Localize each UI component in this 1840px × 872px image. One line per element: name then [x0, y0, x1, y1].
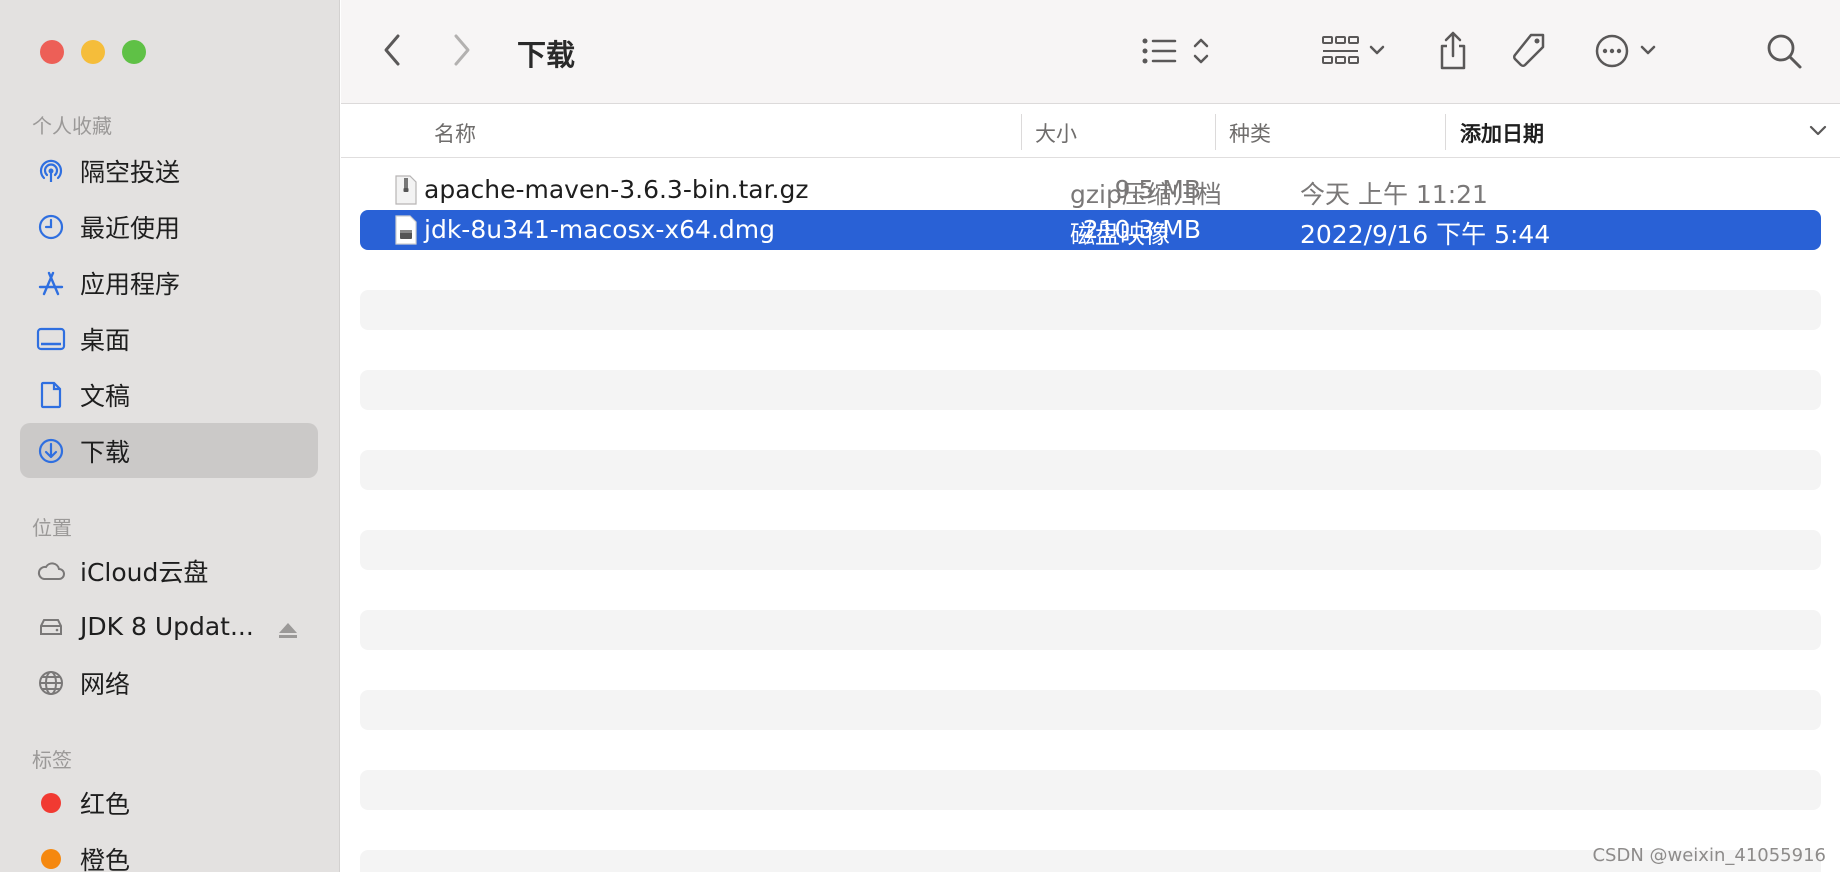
- column-header-size[interactable]: 大小: [1035, 118, 1077, 148]
- empty-row-stripe: [360, 610, 1821, 650]
- file-kind: 磁盘映像: [1070, 220, 1171, 249]
- clock-icon: [36, 212, 66, 242]
- tags-section-title: 标签: [32, 748, 72, 772]
- column-header-name[interactable]: 名称: [434, 118, 476, 148]
- empty-row-stripe: [360, 530, 1821, 570]
- tag-button[interactable]: [1507, 30, 1551, 72]
- file-list: apache-maven-3.6.3-bin.tar.gz 9.5 MB gzi…: [341, 158, 1840, 872]
- sidebar-item-documents[interactable]: 文稿: [20, 367, 318, 422]
- sidebar-item-airdrop[interactable]: 隔空投送: [20, 143, 318, 198]
- forward-button[interactable]: [447, 30, 477, 70]
- share-icon: [1440, 31, 1466, 70]
- column-divider[interactable]: [1021, 114, 1022, 150]
- watermark: CSDN @weixin_41055916: [1592, 845, 1826, 866]
- sidebar-item-label: 红色: [80, 789, 131, 819]
- tag-dot-red: [41, 792, 61, 813]
- column-header-kind[interactable]: 种类: [1229, 118, 1271, 148]
- group-button[interactable]: [1319, 30, 1395, 72]
- file-row[interactable]: apache-maven-3.6.3-bin.tar.gz 9.5 MB gzi…: [360, 170, 1821, 210]
- sort-chevron-down-icon[interactable]: [1809, 122, 1827, 141]
- file-name: apache-maven-3.6.3-bin.tar.gz: [424, 175, 809, 204]
- sidebar-item-recents[interactable]: 最近使用: [20, 199, 318, 254]
- sidebar-item-downloads[interactable]: 下载: [20, 423, 318, 478]
- desktop-icon: [36, 324, 66, 354]
- empty-row-stripe: [360, 370, 1821, 410]
- tag-icon: [1513, 33, 1545, 67]
- group-grid-icon: [1322, 36, 1385, 64]
- favorites-section-title: 个人收藏: [32, 114, 112, 138]
- ellipsis-circle-icon: [1595, 34, 1656, 68]
- sidebar-item-tag-red[interactable]: 红色: [20, 775, 318, 830]
- empty-row-stripe: [360, 770, 1821, 810]
- sidebar-item-jdk-volume[interactable]: JDK 8 Updat...: [20, 599, 318, 654]
- sidebar-item-label: 网络: [80, 669, 131, 699]
- window-controls: [40, 40, 146, 64]
- column-divider[interactable]: [1215, 114, 1216, 150]
- zoom-button[interactable]: [122, 40, 146, 64]
- sidebar-item-label: 橙色: [80, 845, 131, 872]
- chevron-right-icon: [454, 34, 470, 66]
- download-icon: [36, 436, 66, 466]
- sidebar-item-label: 桌面: [80, 325, 131, 355]
- sidebar-item-applications[interactable]: 应用程序: [20, 255, 318, 310]
- file-date-added: 今天 上午 11:21: [1300, 180, 1488, 209]
- column-divider[interactable]: [1445, 114, 1446, 150]
- sidebar-item-network[interactable]: 网络: [20, 655, 318, 710]
- sidebar-item-icloud[interactable]: iCloud云盘: [20, 543, 318, 598]
- network-icon: [36, 668, 66, 698]
- window-title: 下载: [517, 38, 576, 72]
- tag-dot-orange: [41, 848, 61, 869]
- disk-icon: [36, 612, 66, 642]
- sidebar-item-label: 最近使用: [80, 213, 181, 243]
- search-icon: [1767, 34, 1802, 69]
- column-header-date-added[interactable]: 添加日期: [1460, 118, 1544, 148]
- eject-icon[interactable]: [278, 617, 298, 638]
- file-row[interactable]: jdk-8u341-macosx-x64.dmg 210.3 MB 磁盘映像 2…: [360, 210, 1821, 250]
- sidebar-item-label: 应用程序: [80, 269, 181, 299]
- cloud-icon: [36, 556, 66, 586]
- empty-row-stripe: [360, 690, 1821, 730]
- sidebar-item-label: 文稿: [80, 381, 131, 411]
- sidebar-item-label: JDK 8 Updat...: [80, 612, 254, 641]
- disk-image-icon: [394, 215, 418, 245]
- close-button[interactable]: [40, 40, 64, 64]
- more-actions-button[interactable]: [1593, 30, 1667, 72]
- document-icon: [36, 380, 66, 410]
- applications-icon: [36, 268, 66, 298]
- minimize-button[interactable]: [81, 40, 105, 64]
- finder-window: 个人收藏 隔空投送 最近使用 应用程序 桌面 文稿 下载 位置 iCloud云盘…: [0, 0, 1840, 872]
- share-button[interactable]: [1433, 28, 1473, 74]
- back-button[interactable]: [377, 30, 407, 70]
- search-button[interactable]: [1763, 30, 1805, 72]
- empty-row-stripe: [360, 290, 1821, 330]
- empty-row-stripe: [360, 450, 1821, 490]
- sidebar-item-desktop[interactable]: 桌面: [20, 311, 318, 366]
- file-date-added: 2022/9/16 下午 5:44: [1300, 220, 1551, 249]
- archive-icon: [394, 175, 418, 205]
- sidebar-item-tag-orange[interactable]: 橙色: [20, 831, 318, 872]
- list-view-icon: [1142, 38, 1209, 64]
- airdrop-icon: [36, 156, 66, 186]
- toolbar: 下载: [341, 0, 1840, 104]
- sidebar-item-label: 隔空投送: [80, 157, 181, 187]
- sidebar: 个人收藏 隔空投送 最近使用 应用程序 桌面 文稿 下载 位置 iCloud云盘…: [0, 0, 340, 872]
- column-header-row: 名称 大小 种类 添加日期: [341, 104, 1840, 158]
- file-name: jdk-8u341-macosx-x64.dmg: [424, 215, 776, 244]
- file-kind: gzip压缩归档: [1070, 180, 1222, 209]
- locations-section-title: 位置: [32, 516, 72, 540]
- sidebar-item-label: 下载: [80, 437, 131, 467]
- chevron-left-icon: [384, 34, 400, 66]
- view-mode-button[interactable]: [1141, 30, 1217, 72]
- sidebar-item-label: iCloud云盘: [80, 557, 209, 587]
